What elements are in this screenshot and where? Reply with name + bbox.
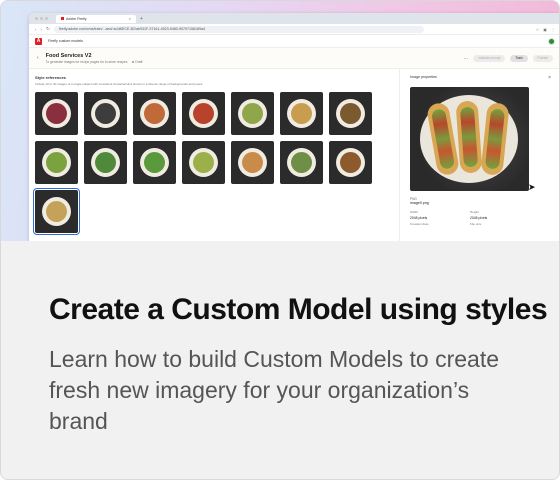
forward-icon[interactable]: ›: [41, 27, 43, 32]
close-tab-icon[interactable]: ×: [129, 16, 131, 21]
back-icon[interactable]: ‹: [35, 27, 37, 32]
app-header: A Firefly custom models: [29, 35, 559, 48]
status-badge: Draft: [132, 60, 142, 64]
food: [95, 152, 116, 173]
food: [46, 152, 67, 173]
style-thumbnail[interactable]: [329, 92, 372, 135]
train-button[interactable]: Train: [510, 54, 528, 62]
style-thumbnail[interactable]: [329, 141, 372, 184]
style-thumbnail[interactable]: [182, 141, 225, 184]
style-thumbnail[interactable]: [35, 141, 78, 184]
adobe-logo-icon[interactable]: A: [35, 37, 42, 45]
food: [242, 103, 263, 124]
publish-button[interactable]: Publish: [532, 54, 553, 62]
url-field[interactable]: firefly.adobe.com/cms/train/...aed/.sc/d…: [53, 25, 424, 33]
property-label: Creation date: [410, 222, 429, 226]
food: [242, 152, 263, 173]
window-dot: [45, 17, 48, 20]
thumbnail-grid: [33, 92, 393, 235]
image-preview: [410, 87, 529, 191]
window-dot: [40, 17, 43, 20]
star-icon[interactable]: ☆: [536, 27, 540, 32]
style-thumbnail[interactable]: [231, 92, 274, 135]
file-name: image9.png: [410, 201, 429, 205]
model-header: ‹ Food Services V2 To generate images fo…: [29, 48, 559, 69]
food: [193, 103, 214, 124]
model-subtitle-text: To generate images for recipe pages for …: [45, 59, 128, 64]
food: [46, 103, 67, 124]
model-title: Food Services V2: [45, 52, 92, 59]
browser-tab-bar: Adobe Firefly × +: [29, 13, 559, 24]
browser-window: Adobe Firefly × + ‹ › ↻ firefly.adobe.co…: [29, 13, 559, 241]
food: [340, 103, 361, 124]
style-thumbnail[interactable]: [280, 92, 323, 135]
style-references-panel: Style references Include 10 to 30 images…: [29, 69, 399, 241]
back-arrow-icon[interactable]: ‹: [37, 55, 39, 61]
tutorial-card[interactable]: Adobe Firefly × + ‹ › ↻ firefly.adobe.co…: [0, 0, 560, 480]
hero-screenshot: Adobe Firefly × + ‹ › ↻ firefly.adobe.co…: [1, 1, 559, 241]
browser-tab[interactable]: Adobe Firefly ×: [56, 14, 136, 23]
food: [291, 103, 312, 124]
style-thumbnail[interactable]: [84, 92, 127, 135]
image-properties-panel: Image properties × ➤ PNG image9.png Widt…: [399, 69, 559, 241]
food: [144, 152, 165, 173]
property-value: 2048 pixels: [470, 216, 488, 220]
property-label: Height: [470, 210, 479, 214]
food: [193, 152, 214, 173]
property-label: File size: [470, 222, 482, 226]
reload-icon[interactable]: ↻: [46, 26, 50, 32]
card-description: Learn how to build Custom Models to crea…: [49, 346, 500, 434]
adobe-favicon-icon: [61, 17, 64, 20]
model-subtitle: To generate images for recipe pages for …: [46, 60, 143, 64]
new-tab-button[interactable]: +: [140, 16, 143, 22]
window-dot: [35, 17, 38, 20]
property-value: 2048 pixels: [410, 216, 428, 220]
style-thumbnail[interactable]: [182, 92, 225, 135]
style-thumbnail[interactable]: [84, 141, 127, 184]
food: [144, 103, 165, 124]
validate-prompt-button[interactable]: Validate prompt: [473, 54, 506, 62]
menu-icon[interactable]: ⋮: [551, 27, 555, 32]
status-text: Draft: [135, 59, 143, 64]
food: [95, 103, 116, 124]
style-thumbnail[interactable]: [133, 92, 176, 135]
panel-title: Image properties: [410, 75, 437, 79]
browser-tab-title: Adobe Firefly: [66, 16, 87, 21]
style-thumbnail[interactable]: [33, 188, 80, 235]
address-bar-row: ‹ › ↻ firefly.adobe.com/cms/train/...aed…: [29, 24, 559, 35]
extensions-icon[interactable]: ▣: [543, 27, 547, 32]
style-thumbnail[interactable]: [35, 92, 78, 135]
food: [291, 152, 312, 173]
mouse-cursor-icon: ➤: [528, 182, 536, 192]
card-text: Create a Custom Model using styles Learn…: [1, 241, 559, 479]
section-title: Style references: [35, 75, 66, 80]
avatar[interactable]: [548, 37, 555, 45]
style-thumbnail[interactable]: [133, 141, 176, 184]
food: [46, 201, 67, 222]
style-thumbnail[interactable]: [280, 141, 323, 184]
more-options-icon[interactable]: …: [463, 55, 468, 61]
breadcrumb[interactable]: Firefly custom models: [48, 39, 83, 43]
food: [340, 152, 361, 173]
card-headline[interactable]: Create a Custom Model using styles: [49, 293, 548, 327]
section-description: Include 10 to 30 images of a single subj…: [35, 82, 203, 86]
close-icon[interactable]: ×: [548, 75, 551, 81]
properties-grid: Width Height 2048 pixels 2048 pixels Cre…: [410, 210, 551, 226]
property-label: Width: [410, 210, 418, 214]
style-thumbnail[interactable]: [231, 141, 274, 184]
